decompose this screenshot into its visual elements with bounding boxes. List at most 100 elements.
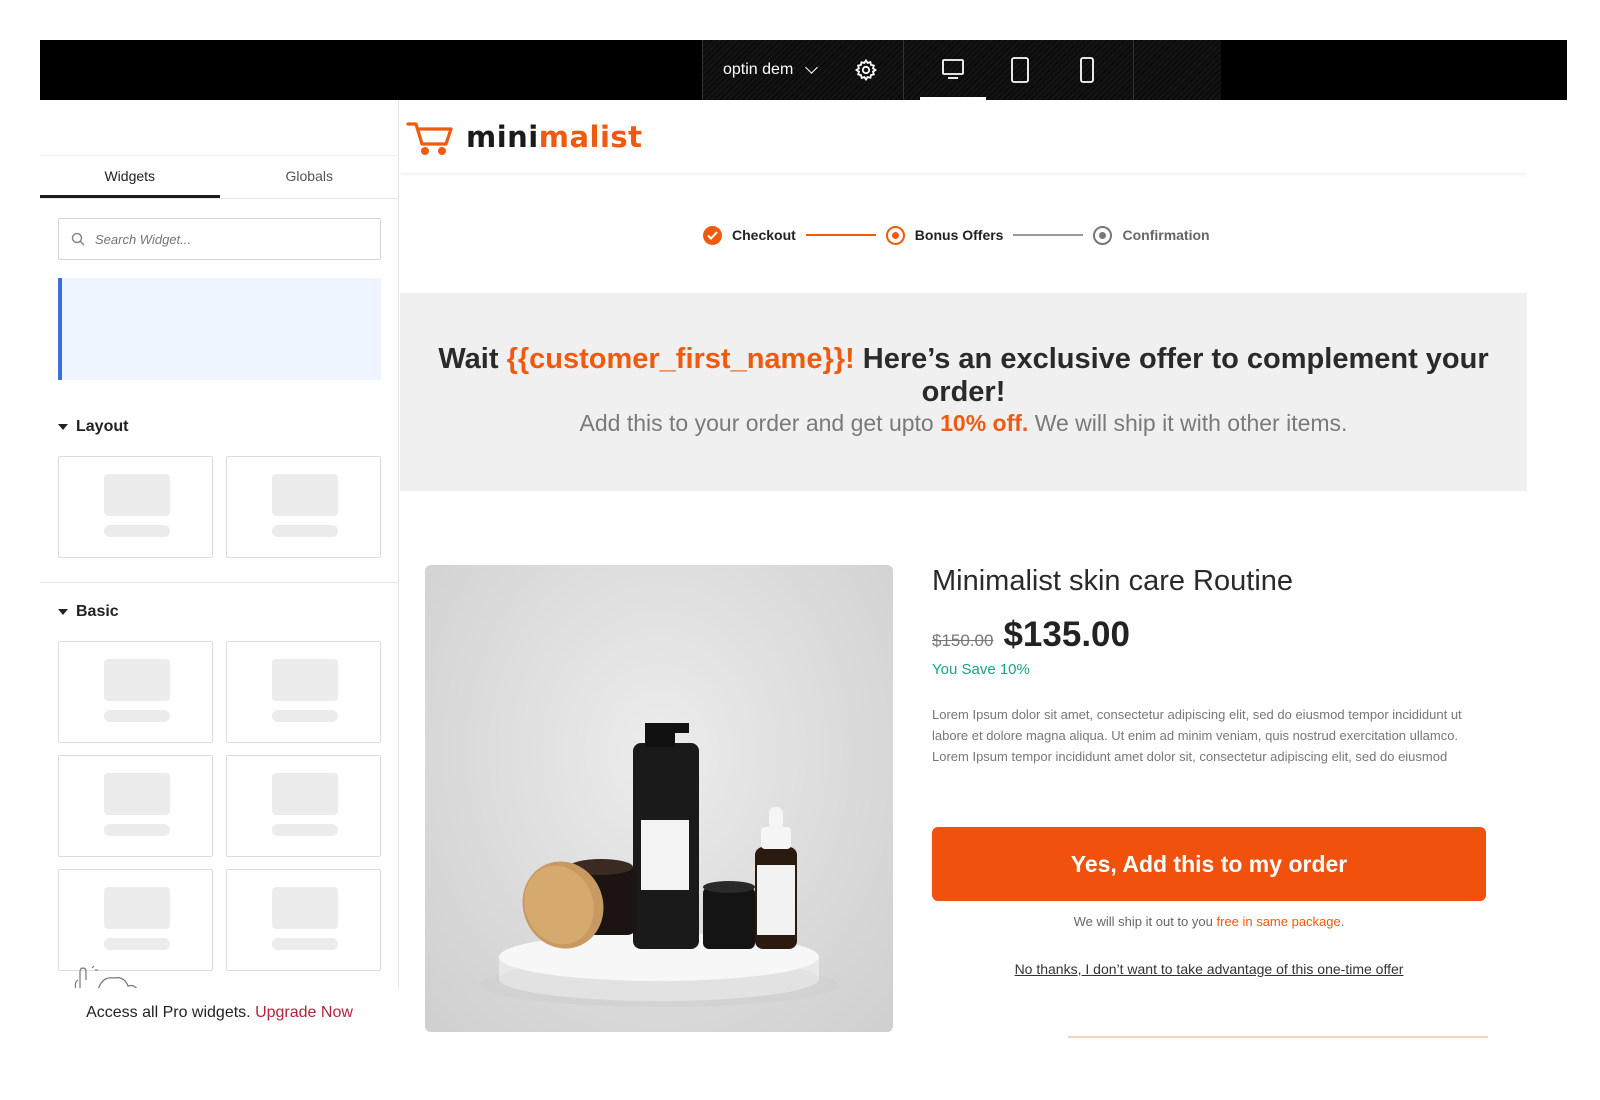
savings-text: You Save 10%: [932, 661, 1030, 678]
chevron-down-icon: [805, 61, 819, 74]
section-layout-label: Layout: [76, 418, 129, 435]
price-row: $150.00 $135.00: [932, 615, 1130, 655]
caret-down-icon: [58, 424, 68, 430]
widget-label-placeholder: [272, 525, 338, 537]
page-selector-label: optin dem: [723, 61, 794, 78]
page-canvas: minimalist Checkout Bonus Offers Confirm…: [400, 100, 1527, 1066]
search-input[interactable]: [95, 231, 355, 247]
widget-label-placeholder: [272, 938, 338, 950]
settings-button[interactable]: [854, 58, 878, 82]
step-connector: [1013, 234, 1084, 236]
customer-name-token: {{customer_first_name}}!: [506, 343, 855, 375]
widget-card[interactable]: [226, 869, 381, 971]
widget-label-placeholder: [104, 824, 170, 836]
widget-card[interactable]: [226, 641, 381, 743]
editor-window: optin dem Widgets Globals Search Widget.…: [40, 40, 1567, 1066]
toolbar-center: optin dem: [702, 40, 1221, 100]
offer-headline-prefix: Wait: [438, 343, 507, 375]
offer-banner: Wait {{customer_first_name}}! Here’s an …: [400, 293, 1527, 491]
widget-icon-placeholder: [104, 659, 170, 701]
widget-icon-placeholder: [272, 887, 338, 929]
widget-icon-placeholder: [104, 773, 170, 815]
widget-icon-placeholder: [272, 474, 338, 516]
header-bar: minimalist: [400, 100, 1527, 174]
top-toolbar: optin dem: [40, 40, 1567, 100]
step-bonus-offers: Bonus Offers: [914, 227, 1004, 243]
product-image: [425, 565, 893, 1032]
tab-widgets[interactable]: Widgets: [40, 156, 220, 198]
widget-label-placeholder: [104, 525, 170, 537]
accept-offer-button[interactable]: Yes, Add this to my order: [932, 827, 1486, 901]
bottom-decoration: [1068, 1036, 1488, 1038]
section-basic[interactable]: Basic: [58, 603, 119, 621]
widgets-sidebar: Widgets Globals Layout Basic: [40, 100, 399, 1066]
section-divider: [40, 582, 399, 583]
gear-icon: [854, 58, 877, 82]
shipping-note-prefix: We will ship it out to you: [1073, 914, 1217, 929]
step-checkout: Checkout: [732, 227, 796, 243]
offer-headline: Wait {{customer_first_name}}! Here’s an …: [400, 343, 1527, 409]
tablet-view-button[interactable]: [987, 40, 1053, 100]
sidebar-tabs: Widgets Globals: [40, 155, 399, 199]
widget-label-placeholder: [272, 824, 338, 836]
step-todo-dot: [1099, 231, 1107, 239]
step-confirmation: Confirmation: [1122, 227, 1210, 243]
search-icon: [71, 232, 85, 246]
desktop-icon: [942, 58, 964, 79]
section-layout[interactable]: Layout: [58, 418, 128, 436]
offer-sub-prefix: Add this to your order and get upto: [579, 410, 941, 436]
toolbar-left-area: [62, 48, 367, 93]
decline-offer-link[interactable]: No thanks, I don’t want to take advantag…: [932, 961, 1486, 977]
widget-search: [58, 218, 381, 260]
shipping-note: We will ship it out to you free in same …: [932, 914, 1486, 929]
cart-icon: [406, 122, 453, 156]
widget-icon-placeholder: [272, 659, 338, 701]
brand-logo[interactable]: minimalist: [406, 118, 643, 156]
product-name: Minimalist skin care Routine: [932, 565, 1294, 597]
step-current-icon: [885, 225, 905, 245]
widget-label-placeholder: [272, 710, 338, 722]
checkout-progress: Checkout Bonus Offers Confirmation: [703, 223, 1210, 247]
widget-card[interactable]: [58, 755, 213, 857]
step-todo-icon: [1093, 225, 1113, 245]
widget-icon-placeholder: [104, 887, 170, 929]
mobile-icon: [1080, 57, 1094, 83]
tab-globals[interactable]: Globals: [220, 156, 400, 198]
upgrade-now-link[interactable]: Upgrade Now: [255, 1004, 353, 1021]
logo-wordmark: minimalist: [466, 120, 643, 154]
step-connector: [805, 234, 876, 236]
step-current-dot: [891, 231, 899, 239]
product-description: Lorem Ipsum dolor sit amet, consectetur …: [932, 707, 1462, 764]
widget-card[interactable]: [58, 456, 213, 558]
tablet-icon: [1011, 57, 1029, 83]
original-price: $150.00: [932, 631, 994, 650]
section-basic-label: Basic: [76, 603, 119, 620]
offer-sub-suffix: We will ship it with other items.: [1028, 410, 1348, 436]
step-done-icon: [703, 225, 722, 245]
discount-highlight: 10% off.: [940, 410, 1029, 436]
caret-down-icon: [58, 609, 68, 615]
device-switcher: [904, 40, 1134, 100]
widget-card[interactable]: [226, 456, 381, 558]
check-icon: [707, 230, 718, 240]
widget-card[interactable]: [58, 641, 213, 743]
skincare-products-illustration: [479, 723, 839, 1007]
widget-label-placeholder: [104, 710, 170, 722]
widget-card[interactable]: [226, 755, 381, 857]
logo-text-dark: mini: [466, 120, 539, 154]
desktop-view-button[interactable]: [920, 40, 986, 100]
widget-icon-placeholder: [104, 474, 170, 516]
mobile-view-button[interactable]: [1054, 40, 1120, 100]
widget-label-placeholder: [104, 938, 170, 950]
offer-subheadline: Add this to your order and get upto 10% …: [400, 410, 1527, 437]
widget-card[interactable]: [58, 869, 213, 971]
shipping-note-highlight: free in same package: [1216, 914, 1341, 929]
shipping-note-suffix: .: [1340, 914, 1345, 929]
highlighted-widget-area: [58, 278, 381, 380]
upgrade-banner: Access all Pro widgets. Upgrade Now: [40, 988, 399, 1066]
sale-price: $135.00: [1003, 615, 1130, 654]
widget-icon-placeholder: [272, 773, 338, 815]
offer-headline-suffix: Here’s an exclusive offer to complement …: [854, 343, 1489, 408]
logo-text-orange: malist: [538, 120, 643, 154]
upgrade-text: Access all Pro widgets.: [86, 1004, 251, 1021]
